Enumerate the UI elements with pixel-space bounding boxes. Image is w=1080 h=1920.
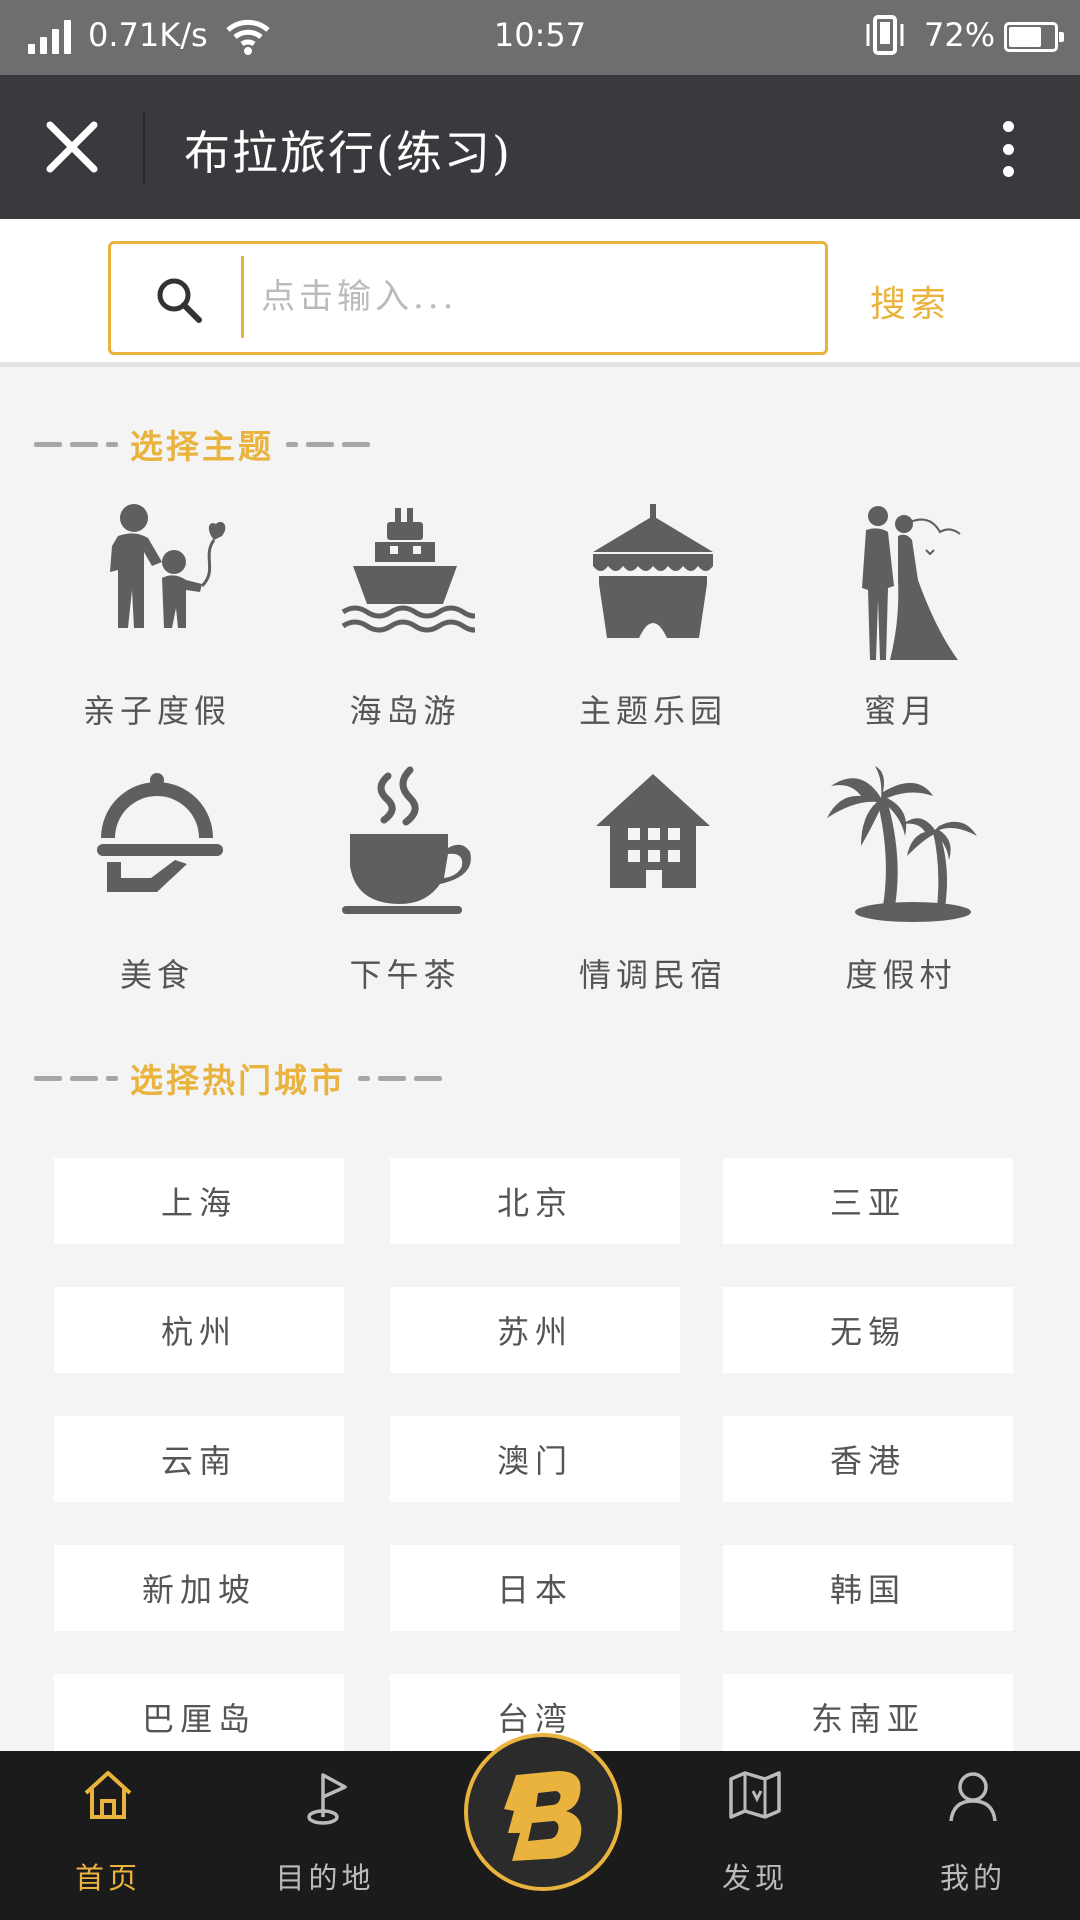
nav-center-brand-button[interactable] xyxy=(464,1733,622,1891)
theme-park[interactable]: 主题乐园 xyxy=(538,500,768,740)
map-icon xyxy=(729,1771,781,1819)
palm-tree-icon xyxy=(827,766,977,922)
nav-label: 首页 xyxy=(74,1861,141,1895)
home-icon xyxy=(84,1771,132,1819)
theme-honeymoon[interactable]: 蜜月 xyxy=(786,500,1016,740)
cities-section-header: 选择热门城市 xyxy=(34,1054,442,1102)
vibrate-icon xyxy=(866,15,904,55)
search-input[interactable] xyxy=(261,264,801,330)
search-icon xyxy=(157,278,202,323)
city-button[interactable]: 香港 xyxy=(723,1416,1013,1502)
tent-icon xyxy=(593,504,713,638)
city-button[interactable]: 三亚 xyxy=(723,1158,1013,1244)
city-button[interactable]: 新加坡 xyxy=(54,1545,344,1631)
coffee-cup-icon xyxy=(342,766,471,914)
city-button[interactable]: 澳门 xyxy=(390,1416,680,1502)
clock: 10:57 xyxy=(493,16,587,54)
battery-icon xyxy=(1004,22,1064,52)
close-icon xyxy=(46,121,98,173)
city-button[interactable]: 无锡 xyxy=(723,1287,1013,1373)
nav-label: 目的地 xyxy=(275,1861,375,1895)
page-title: 布拉旅行(练习) xyxy=(184,126,512,180)
themes-section-title: 选择主题 xyxy=(130,427,274,466)
theme-label: 蜜月 xyxy=(863,692,938,730)
nav-discover[interactable]: 发现 xyxy=(680,1767,830,1907)
brand-b-icon xyxy=(504,1771,582,1861)
theme-label: 情调民宿 xyxy=(578,956,727,994)
nav-profile[interactable]: 我的 xyxy=(898,1767,1048,1907)
search-area: 搜索 xyxy=(0,219,1080,367)
more-menu-button[interactable] xyxy=(990,117,1026,181)
nav-home[interactable]: 首页 xyxy=(33,1767,183,1907)
theme-label: 主题乐园 xyxy=(578,692,727,730)
food-cloche-icon xyxy=(97,773,223,892)
nav-label: 发现 xyxy=(721,1861,788,1895)
theme-family[interactable]: 亲子度假 xyxy=(42,500,272,740)
nav-destination[interactable]: 目的地 xyxy=(250,1767,400,1907)
search-cursor xyxy=(241,256,244,338)
title-divider xyxy=(143,111,145,183)
search-box xyxy=(108,241,828,355)
theme-tea[interactable]: 下午茶 xyxy=(290,766,520,1006)
couple-icon xyxy=(862,506,961,660)
ship-icon xyxy=(341,508,475,633)
bottom-nav: 首页 目的地 发现 我的 xyxy=(0,1733,1080,1920)
city-button[interactable]: 韩国 xyxy=(723,1545,1013,1631)
battery-level xyxy=(1009,27,1041,47)
themes-section-header: 选择主题 xyxy=(34,420,370,468)
city-button[interactable]: 日本 xyxy=(390,1545,680,1631)
house-icon xyxy=(596,774,710,888)
theme-label: 下午茶 xyxy=(349,956,461,994)
nav-label: 我的 xyxy=(939,1861,1006,1895)
city-button[interactable]: 巴厘岛 xyxy=(54,1674,344,1760)
city-button[interactable]: 云南 xyxy=(54,1416,344,1502)
city-button[interactable]: 杭州 xyxy=(54,1287,344,1373)
theme-homestay[interactable]: 情调民宿 xyxy=(538,766,768,1006)
theme-island[interactable]: 海岛游 xyxy=(290,500,520,740)
city-button[interactable]: 东南亚 xyxy=(723,1674,1013,1760)
battery-percent: 72% xyxy=(924,16,996,54)
city-button[interactable]: 北京 xyxy=(390,1158,680,1244)
destination-icon xyxy=(307,1773,347,1825)
family-icon xyxy=(110,504,226,628)
close-button[interactable] xyxy=(40,115,104,179)
status-bar: 0.71K/s 10:57 72% xyxy=(0,0,1080,75)
city-button[interactable]: 苏州 xyxy=(390,1287,680,1373)
user-icon xyxy=(949,1772,997,1822)
city-button[interactable]: 上海 xyxy=(54,1158,344,1244)
search-button[interactable]: 搜索 xyxy=(870,275,950,327)
theme-label: 美食 xyxy=(119,956,194,994)
theme-label: 度假村 xyxy=(845,956,957,994)
theme-label: 海岛游 xyxy=(349,692,461,730)
theme-resort[interactable]: 度假村 xyxy=(786,766,1016,1006)
title-bar: 布拉旅行(练习) xyxy=(0,75,1080,219)
theme-label: 亲子度假 xyxy=(82,692,231,730)
theme-food[interactable]: 美食 xyxy=(42,766,272,1006)
cities-section-title: 选择热门城市 xyxy=(130,1061,346,1100)
